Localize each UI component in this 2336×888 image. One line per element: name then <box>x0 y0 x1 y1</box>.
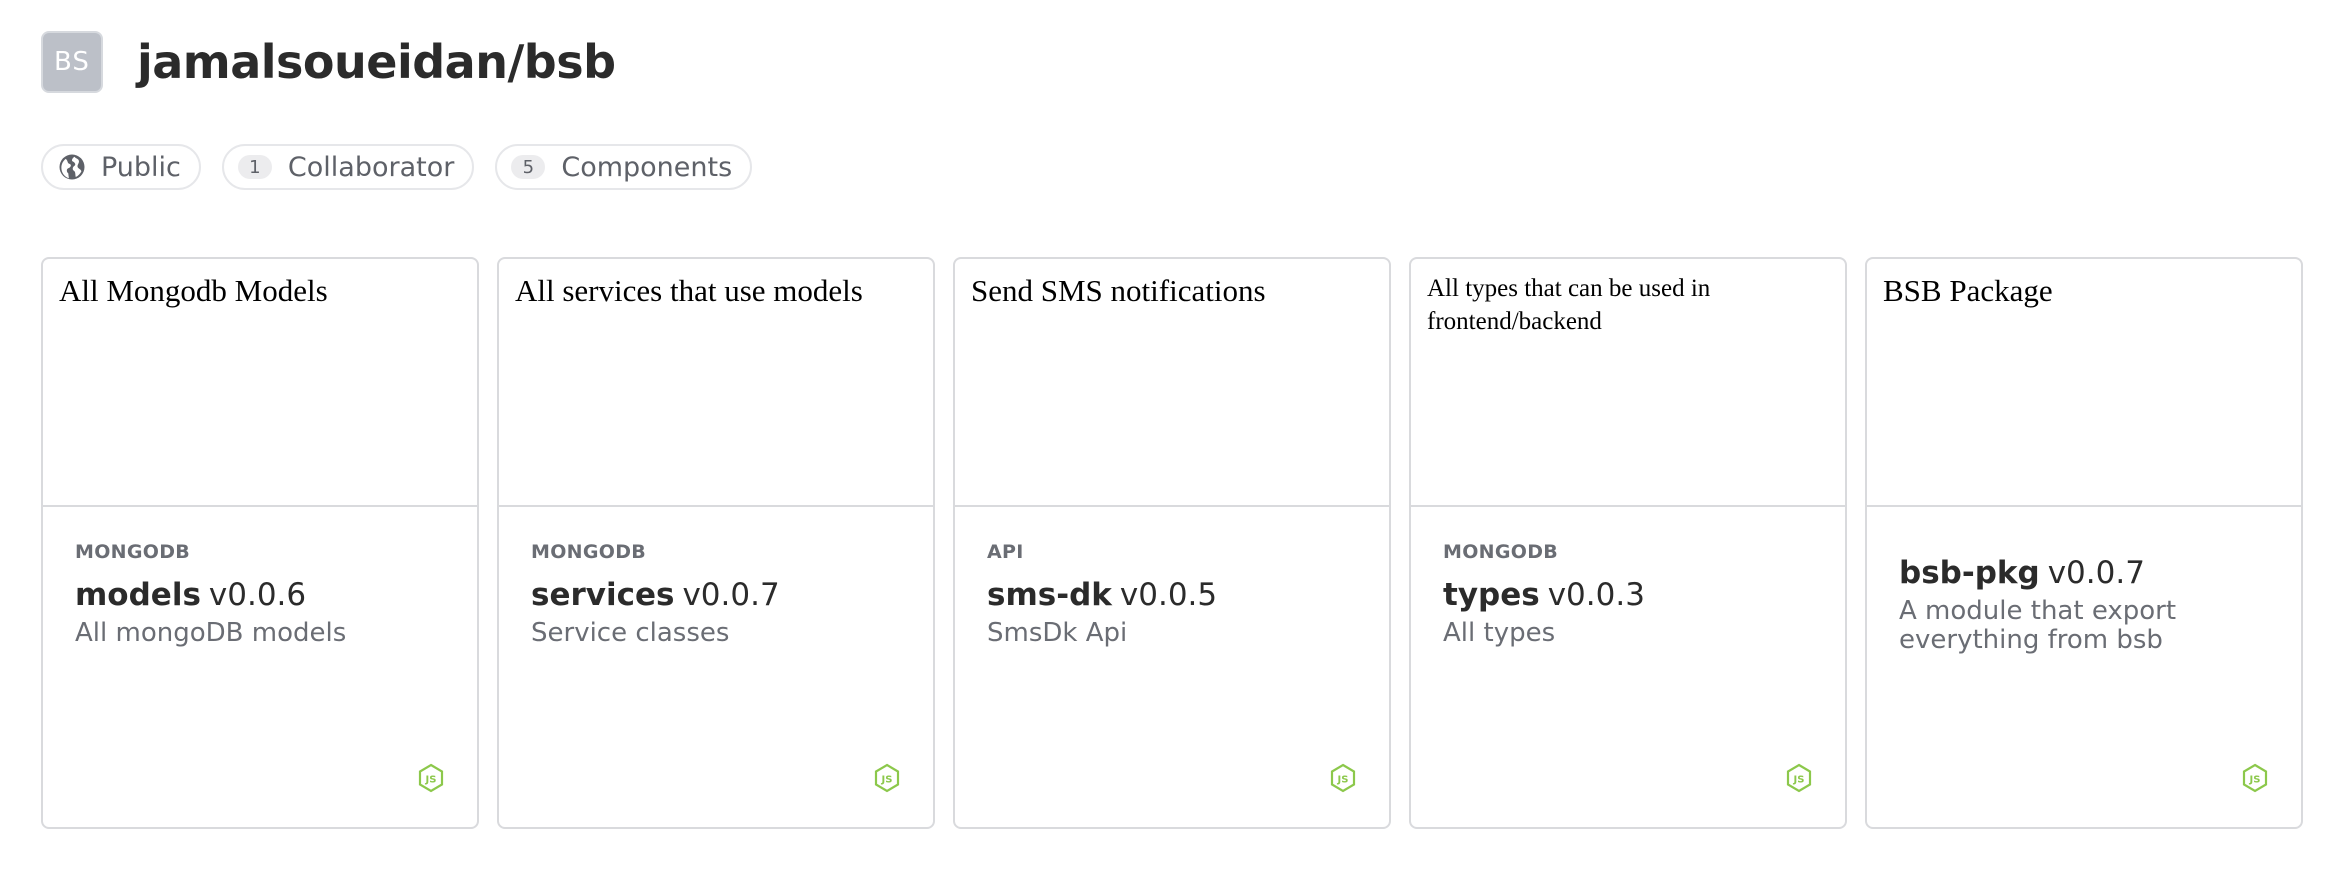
component-name-line: bsb-pkg v0.0.7 <box>1899 555 2269 591</box>
component-info: bsb-pkg v0.0.7 A module that export every… <box>1899 555 2269 655</box>
components-count-badge: 5 <box>511 155 546 179</box>
scope-header: BS jamalsoueidan/bsb <box>41 30 616 94</box>
svg-text:JS: JS <box>2249 775 2261 786</box>
component-description: A module that export everything from bsb <box>1899 596 2177 656</box>
nodejs-icon: JS <box>418 763 444 793</box>
component-card-sms-dk[interactable]: Send SMS notifications API sms-dk v0.0.5 … <box>953 257 1391 829</box>
component-name: types <box>1443 577 1540 613</box>
component-name: bsb-pkg <box>1899 555 2040 591</box>
component-card-types[interactable]: All types that can be used in frontend/b… <box>1409 257 1847 829</box>
collaborators-pill[interactable]: 1 Collaborator <box>221 144 475 190</box>
component-preview: All types that can be used in frontend/b… <box>1411 259 1845 507</box>
visibility-pill[interactable]: Public <box>41 144 201 190</box>
component-card-bsb-pkg[interactable]: BSB Package bsb-pkg v0.0.7 A module that … <box>1865 257 2303 829</box>
component-card-services[interactable]: All services that use models MONGODB ser… <box>497 257 935 829</box>
component-info: MONGODB services v0.0.7 Service classes <box>531 541 901 648</box>
component-namespace: MONGODB <box>75 541 191 563</box>
svg-text:JS: JS <box>1793 775 1805 786</box>
svg-text:JS: JS <box>1337 775 1349 786</box>
component-description: SmsDk Api <box>987 618 1128 648</box>
nodejs-icon: JS <box>1330 763 1356 793</box>
component-name-line: services v0.0.7 <box>531 577 901 613</box>
scope-title: jamalsoueidan/bsb <box>137 35 616 89</box>
svg-text:JS: JS <box>425 775 437 786</box>
component-name: services <box>531 577 675 613</box>
components-label: Components <box>561 151 733 183</box>
svg-text:JS: JS <box>881 775 893 786</box>
component-name-line: models v0.0.6 <box>75 577 445 613</box>
component-name: sms-dk <box>987 577 1112 613</box>
globe-icon <box>59 154 85 180</box>
component-version: v0.0.5 <box>1119 577 1218 613</box>
collaborators-label: Collaborator <box>287 151 455 183</box>
scope-avatar: BS <box>41 31 103 93</box>
component-preview: All services that use models <box>499 259 933 507</box>
component-info: MONGODB models v0.0.6 All mongoDB models <box>75 541 445 648</box>
component-name-line: sms-dk v0.0.5 <box>987 577 1357 613</box>
component-version: v0.0.3 <box>1547 577 1645 613</box>
nodejs-icon: JS <box>874 763 900 793</box>
component-version: v0.0.7 <box>682 577 780 613</box>
component-version: v0.0.6 <box>208 577 307 613</box>
component-description: All mongoDB models <box>75 618 347 648</box>
scope-pills: Public 1 Collaborator 5 Components <box>41 144 753 190</box>
component-namespace: API <box>987 541 1024 563</box>
collaborators-count-badge: 1 <box>237 155 272 179</box>
component-namespace: MONGODB <box>531 541 647 563</box>
component-preview: All Mongodb Models <box>43 259 477 507</box>
component-description: All types <box>1443 618 1556 648</box>
component-namespace: MONGODB <box>1443 541 1559 563</box>
nodejs-icon: JS <box>1786 763 1812 793</box>
component-card-models[interactable]: All Mongodb Models MONGODB models v0.0.6 … <box>41 257 479 829</box>
component-info: MONGODB types v0.0.3 All types <box>1443 541 1813 648</box>
component-preview: BSB Package <box>1867 259 2301 507</box>
component-info: API sms-dk v0.0.5 SmsDk Api <box>987 541 1357 648</box>
nodejs-icon: JS <box>2242 763 2268 793</box>
component-preview: Send SMS notifications <box>955 259 1389 507</box>
component-name: models <box>75 577 201 613</box>
component-description: Service classes <box>531 618 730 648</box>
visibility-label: Public <box>101 151 181 183</box>
components-pill[interactable]: 5 Components <box>495 144 753 190</box>
component-version: v0.0.7 <box>2047 555 2145 591</box>
component-grid: All Mongodb Models MONGODB models v0.0.6 … <box>41 257 2303 829</box>
component-name-line: types v0.0.3 <box>1443 577 1813 613</box>
